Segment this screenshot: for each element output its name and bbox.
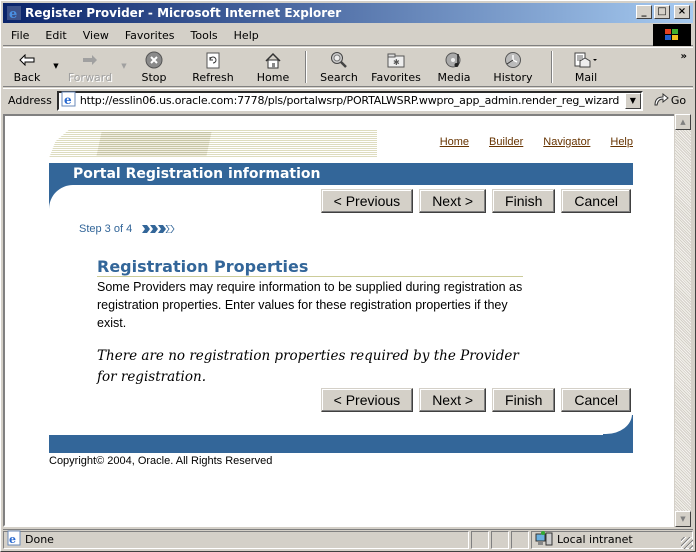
back-button[interactable]: Back (3, 48, 51, 86)
page-viewport: Home Builder Navigator Help Portal Regis… (3, 114, 677, 527)
svg-text:✱: ✱ (393, 58, 400, 67)
maximize-button[interactable]: □ (654, 5, 670, 19)
svg-text:e: e (9, 7, 17, 21)
no-properties-message: There are no registration properties req… (97, 348, 519, 385)
forward-button[interactable]: Forward (61, 48, 119, 86)
toolbar-overflow-chevron[interactable]: » (681, 51, 687, 62)
forward-dropdown-arrow[interactable]: ▼ (119, 62, 129, 70)
refresh-icon (206, 51, 220, 69)
home-icon (264, 51, 282, 69)
menu-file[interactable]: File (3, 25, 37, 45)
close-button[interactable]: × (674, 5, 690, 19)
menu-edit[interactable]: Edit (37, 25, 74, 45)
page-header-band: Portal Registration information (49, 163, 633, 185)
web-page: Home Builder Navigator Help Portal Regis… (5, 116, 675, 525)
stop-button[interactable]: Stop (129, 48, 179, 86)
address-dropdown-button[interactable]: ▼ (624, 92, 641, 109)
address-input[interactable]: e http://esslin06.us.oracle.com:7778/pls… (56, 90, 643, 111)
title-bar[interactable]: e Register Provider - Microsoft Internet… (3, 3, 693, 23)
status-text: Done (25, 533, 54, 546)
local-intranet-icon (535, 530, 553, 549)
step-progress-arrows (142, 225, 176, 233)
finish-button[interactable]: Finish (492, 189, 556, 213)
link-navigator[interactable]: Navigator (543, 136, 590, 148)
scroll-up-button[interactable]: ▲ (675, 114, 691, 130)
previous-button[interactable]: < Previous (320, 388, 414, 412)
scroll-down-button[interactable]: ▼ (675, 511, 691, 527)
history-icon (504, 51, 522, 69)
media-icon (445, 51, 463, 69)
address-bar: Address e http://esslin06.us.oracle.com:… (3, 88, 693, 112)
internet-explorer-icon: e (7, 6, 21, 21)
media-button[interactable]: Media (427, 48, 481, 86)
refresh-button[interactable]: Refresh (179, 48, 247, 86)
standard-toolbar: Back ▼ Forward ▼ Stop Refresh Home Searc… (3, 47, 693, 87)
cancel-button[interactable]: Cancel (561, 189, 631, 213)
status-panel (491, 530, 509, 549)
next-button[interactable]: Next > (419, 189, 487, 213)
wizard-step-indicator: Step 3 of 4 (79, 223, 176, 235)
page-title: Portal Registration information (73, 166, 321, 182)
page-done-icon: e (7, 530, 21, 549)
previous-button[interactable]: < Previous (320, 189, 414, 213)
link-help[interactable]: Help (610, 136, 633, 148)
favorites-icon: ✱ (387, 51, 405, 69)
home-button[interactable]: Home (247, 48, 299, 86)
link-builder[interactable]: Builder (489, 136, 523, 148)
browser-window: e Register Provider - Microsoft Internet… (0, 0, 696, 552)
forward-arrow-icon (82, 51, 98, 69)
cancel-button[interactable]: Cancel (561, 388, 631, 412)
section-heading: Registration Properties (97, 258, 523, 277)
wizard-buttons-bottom: < Previous Next > Finish Cancel (320, 388, 631, 412)
status-panel (471, 530, 489, 549)
global-links: Home Builder Navigator Help (440, 136, 633, 148)
menu-bar: File Edit View Favorites Tools Help (3, 25, 693, 46)
minimize-button[interactable]: _ (636, 5, 652, 19)
portal-logo-banner (49, 130, 377, 158)
go-arrow-icon (653, 92, 669, 109)
favorites-button[interactable]: ✱ Favorites (365, 48, 427, 86)
mail-icon (574, 51, 598, 69)
mail-button[interactable]: Mail (559, 48, 613, 86)
status-bar: e Done Local intranet (3, 529, 693, 549)
page-footer-band (49, 435, 633, 453)
stop-icon (145, 51, 163, 69)
copyright-text: Copyright© 2004, Oracle. All Rights Rese… (49, 455, 273, 467)
address-label: Address (8, 94, 52, 107)
windows-logo-icon (653, 24, 691, 46)
status-main-panel: e Done (3, 530, 469, 549)
status-panel (511, 530, 529, 549)
back-dropdown-arrow[interactable]: ▼ (51, 62, 61, 70)
back-arrow-icon (19, 51, 35, 69)
svg-text:e: e (64, 93, 72, 107)
toolbar-separator (305, 51, 307, 83)
search-icon (330, 51, 348, 69)
ie-page-icon: e (61, 91, 77, 110)
search-button[interactable]: Search (313, 48, 365, 86)
next-button[interactable]: Next > (419, 388, 487, 412)
wizard-buttons-top: < Previous Next > Finish Cancel (320, 189, 631, 213)
zone-text: Local intranet (557, 533, 633, 546)
toolbar-separator (551, 51, 553, 83)
go-button[interactable]: Go (653, 92, 686, 109)
section-description: Some Providers may require information t… (97, 280, 523, 330)
vertical-scrollbar[interactable]: ▲ ▼ (674, 114, 691, 527)
menu-favorites[interactable]: Favorites (117, 25, 183, 45)
address-url: http://esslin06.us.oracle.com:7778/pls/p… (79, 94, 620, 107)
window-title: Register Provider - Microsoft Internet E… (25, 6, 342, 20)
link-home[interactable]: Home (440, 136, 469, 148)
menu-tools[interactable]: Tools (183, 25, 226, 45)
header-curve-decoration (49, 185, 74, 210)
menu-view[interactable]: View (75, 25, 117, 45)
resize-grip[interactable] (681, 537, 693, 549)
step-text: Step 3 of 4 (79, 223, 133, 235)
footer-curve-decoration (602, 414, 633, 435)
svg-text:e: e (9, 533, 16, 546)
security-zone-panel: Local intranet (531, 530, 693, 549)
menu-help[interactable]: Help (226, 25, 267, 45)
history-button[interactable]: History (481, 48, 545, 86)
finish-button[interactable]: Finish (492, 388, 556, 412)
